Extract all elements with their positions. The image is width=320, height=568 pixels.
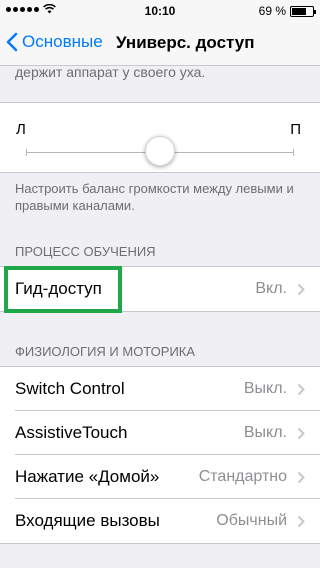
row-label: Нажатие «Домой» — [15, 467, 160, 486]
balance-left-label: Л — [16, 121, 26, 138]
row-value: Выкл. — [243, 380, 287, 397]
guided-access-label: Гид-доступ — [15, 279, 102, 298]
back-button-label: Основные — [22, 32, 103, 51]
chevron-right-icon — [297, 471, 305, 484]
battery-percent: 69 % — [258, 4, 286, 18]
page-title: Универс. доступ — [116, 33, 255, 52]
incoming-calls-row[interactable]: Входящие вызовы Обычный — [0, 499, 320, 543]
back-chevron-icon — [6, 32, 18, 52]
row-value: Выкл. — [243, 424, 287, 441]
assistivetouch-row[interactable]: AssistiveTouch Выкл. — [0, 411, 320, 455]
balance-slider-thumb[interactable] — [145, 136, 175, 166]
battery-fill — [292, 7, 306, 15]
guided-access-value: Вкл. — [255, 280, 287, 297]
section-header-physiology: ФИЗИОЛОГИЯ И МОТОРИКА — [15, 344, 196, 359]
row-label: Switch Control — [15, 379, 125, 398]
status-bar: 10:10 69 % — [0, 0, 320, 20]
row-label: Входящие вызовы — [15, 511, 160, 530]
guided-access-row[interactable]: Гид-доступ Вкл. — [0, 267, 320, 311]
slider-tick-right — [293, 149, 294, 156]
section-header-learning: ПРОЦЕСС ОБУЧЕНИЯ — [15, 244, 156, 259]
row-value: Обычный — [216, 512, 287, 529]
chevron-right-icon — [297, 427, 305, 440]
home-click-row[interactable]: Нажатие «Домой» Стандартно — [0, 455, 320, 499]
navigation-bar: Основные Универс. доступ — [0, 20, 320, 66]
chevron-right-icon — [297, 283, 305, 296]
cut-off-description: держит аппарат у своего уха. — [15, 64, 206, 80]
row-label: AssistiveTouch — [15, 423, 128, 442]
physiology-group: Switch Control Выкл. AssistiveTouch Выкл… — [0, 366, 320, 544]
guided-access-group: Гид-доступ Вкл. — [0, 266, 320, 312]
back-button[interactable]: Основные — [6, 32, 103, 52]
chevron-right-icon — [297, 515, 305, 528]
battery-indicator: 69 % — [258, 4, 316, 18]
balance-slider-group: Л П — [0, 102, 320, 173]
row-value: Стандартно — [198, 468, 287, 485]
balance-right-label: П — [290, 121, 301, 138]
switch-control-row[interactable]: Switch Control Выкл. — [0, 367, 320, 411]
chevron-right-icon — [297, 383, 305, 396]
slider-tick-left — [26, 149, 27, 156]
battery-icon — [290, 5, 316, 17]
balance-footer-note: Настроить баланс громкости между левыми … — [15, 181, 294, 213]
